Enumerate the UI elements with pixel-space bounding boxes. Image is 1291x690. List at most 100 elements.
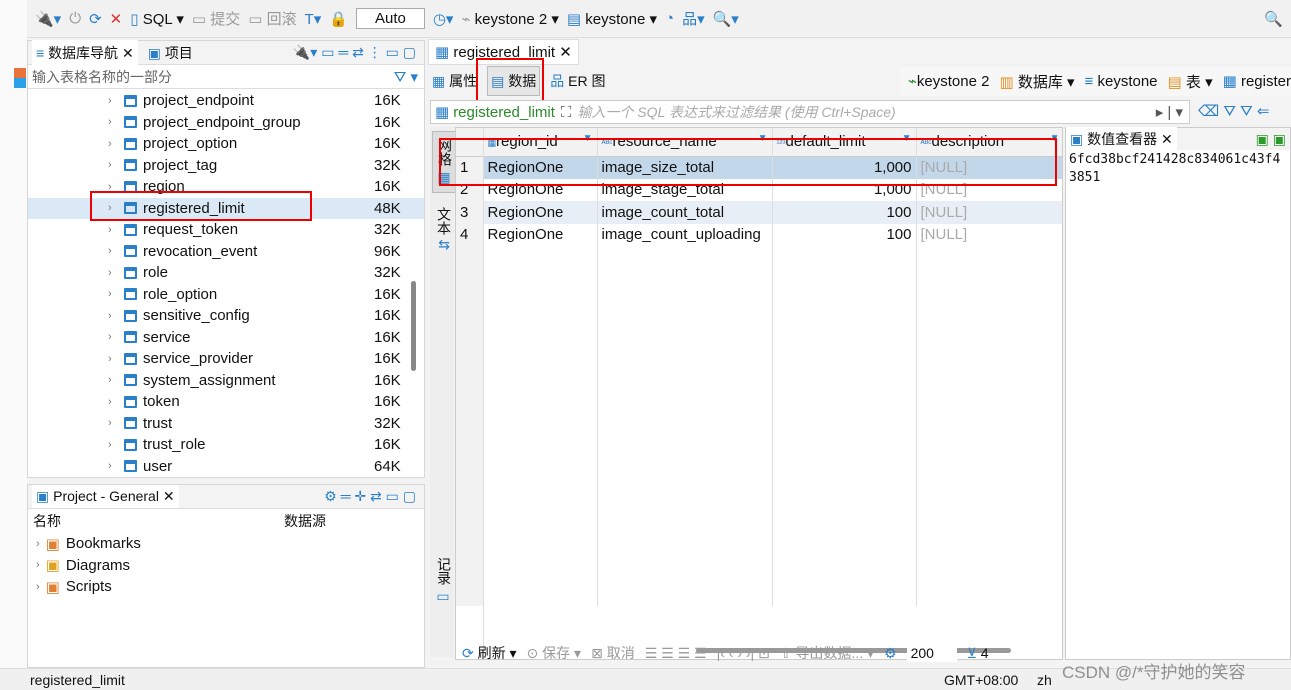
vtab-text[interactable]: 文本 ⇵ xyxy=(434,207,454,251)
project-actions[interactable]: ⚙ ═ ✛ ⇄ ▭ ▢ xyxy=(324,488,424,505)
reconnect-icon[interactable]: ⟳ xyxy=(89,10,102,28)
column-header[interactable]: ▦region_id ▼ xyxy=(483,128,598,157)
crumb-connection[interactable]: ⌁keystone 2 xyxy=(908,72,990,90)
chevron-right-icon[interactable]: › xyxy=(108,202,112,214)
tab-projects[interactable]: ▣ 项目 xyxy=(148,43,193,63)
tab-project-general[interactable]: ▣ Project - General ✕ xyxy=(32,485,179,508)
save-value-icon[interactable]: ▣ ▣ xyxy=(1256,131,1290,148)
history-icon[interactable]: ◷▾ xyxy=(433,10,454,28)
disconnect-all-icon[interactable]: ✕ xyxy=(110,10,123,28)
grid-cell[interactable]: [NULL] xyxy=(916,178,1062,201)
grid-cell[interactable]: 3 xyxy=(456,201,484,224)
chevron-right-icon[interactable]: › xyxy=(108,245,112,257)
row-edit-icons[interactable]: ☰ ☰ ☰ ☰ xyxy=(645,645,707,662)
connection-select[interactable]: ⌁ keystone 2 ▾ xyxy=(461,10,558,28)
table-row[interactable]: 4 RegionOne image_count_uploading 100 [NULL] xyxy=(456,223,1062,246)
crumb-table[interactable]: ▦ register xyxy=(1223,72,1291,90)
navigator-scrollbar[interactable] xyxy=(411,281,416,371)
settings-icon[interactable]: ⚙ xyxy=(884,645,897,662)
cancel-button[interactable]: ⊠ 取消 xyxy=(591,643,635,663)
column-header[interactable]: ¹²³default_limit ▼ xyxy=(772,128,917,157)
tab-er-diagram[interactable]: 品 ER 图 xyxy=(550,71,605,91)
table-filter[interactable]: 输入表格名称的一部分 ⛛ ▾ xyxy=(28,65,424,89)
sql-button[interactable]: ▯ SQL ▾ xyxy=(130,10,184,28)
sort-icon[interactable]: ▼ xyxy=(1050,133,1060,144)
filter-input[interactable]: 输入一个 SQL 表达式来过滤结果 (使用 Ctrl+Space) xyxy=(577,102,895,122)
chevron-right-icon[interactable]: › xyxy=(108,95,112,107)
table-item[interactable]: › role_option 16K xyxy=(28,284,424,306)
project-item[interactable]: › ▣ Scripts xyxy=(28,576,424,598)
grid-cell[interactable]: 100 xyxy=(772,201,917,224)
grid-cell[interactable]: RegionOne xyxy=(483,156,598,179)
grid-cell[interactable]: 1,000 xyxy=(772,178,917,201)
grid-cell[interactable]: image_size_total xyxy=(597,156,773,179)
grid-cell[interactable]: image_stage_total xyxy=(597,178,773,201)
schema-icon[interactable]: 品▾ xyxy=(682,8,705,29)
filter-actions[interactable]: ⌫ ⛛ ⛛ ⇐ xyxy=(1198,102,1269,120)
sort-icon[interactable]: ▼ xyxy=(902,133,912,144)
crumb-database[interactable]: ≡ keystone xyxy=(1085,73,1158,90)
filter-icon[interactable]: ⛛ ▾ xyxy=(394,68,424,86)
chevron-right-icon[interactable]: › xyxy=(108,396,112,408)
table-row[interactable]: 3 RegionOne image_count_total 100 [NULL] xyxy=(456,201,1062,224)
save-button[interactable]: ⊙ 保存 ▾ xyxy=(527,643,582,663)
grid-cell[interactable]: 2 xyxy=(456,178,484,201)
grid-cell[interactable]: image_count_uploading xyxy=(597,223,773,246)
table-item[interactable]: › request_token 32K xyxy=(28,219,424,241)
export-button[interactable]: ⇧ 导出数据... ▾ xyxy=(780,643,874,663)
table-item[interactable]: › project_endpoint 16K xyxy=(28,90,424,112)
table-filter-input[interactable]: 输入表格名称的一部分 xyxy=(32,67,172,87)
disconnect-icon[interactable]: ⏻ xyxy=(69,10,81,27)
table-item[interactable]: › revocation_event 96K xyxy=(28,241,424,263)
table-row[interactable]: 2 RegionOne image_stage_total 1,000 [NULL] xyxy=(456,178,1062,201)
grid-cell[interactable]: 1 xyxy=(456,156,484,179)
vtab-record[interactable]: 记录 ▭ xyxy=(434,557,454,605)
table-item[interactable]: › token 16K xyxy=(28,391,424,413)
rollback-button[interactable]: ▭ 回滚 xyxy=(248,8,296,29)
tab-value-viewer[interactable]: ▣ 数值查看器 ✕ xyxy=(1066,127,1177,151)
table-item[interactable]: › region 16K xyxy=(28,176,424,198)
chevron-right-icon[interactable]: › xyxy=(108,460,112,472)
global-search-icon[interactable]: 🔍 xyxy=(1264,10,1283,28)
column-header[interactable]: ᴬᴮᶜdescription ▼ xyxy=(916,128,1062,157)
database-select[interactable]: ▤ keystone ▾ xyxy=(567,10,657,28)
lock-icon[interactable]: 🔒 xyxy=(329,10,348,28)
chevron-right-icon[interactable]: › xyxy=(108,374,112,386)
table-item[interactable]: › service 16K xyxy=(28,327,424,349)
grid-cell[interactable]: RegionOne xyxy=(483,201,598,224)
refresh-button[interactable]: ⟳ 刷新 ▾ xyxy=(462,643,517,663)
grid-cell[interactable]: [NULL] xyxy=(916,201,1062,224)
grid-cell[interactable]: RegionOne xyxy=(483,178,598,201)
dashboard-icon[interactable]: ◔ xyxy=(665,10,674,27)
table-item[interactable]: › service_provider 16K xyxy=(28,348,424,370)
tab-registered-limit[interactable]: ▦ registered_limit ✕ xyxy=(428,39,579,65)
expand-icon[interactable]: ⛶ xyxy=(561,104,572,121)
chevron-right-icon[interactable]: › xyxy=(36,559,40,571)
commit-mode-select[interactable]: Auto xyxy=(355,8,425,29)
sort-icon[interactable]: ▼ xyxy=(583,133,593,144)
navigator-actions[interactable]: 🔌▾ ▭ ═ ⇄ ⋮ ▭ ▢ xyxy=(293,44,424,61)
grid-cell[interactable]: [NULL] xyxy=(916,223,1062,246)
table-item[interactable]: › system_assignment 16K xyxy=(28,370,424,392)
fetch-size-input[interactable]: 200 xyxy=(906,644,957,662)
search-dropdown-icon[interactable]: 🔍▾ xyxy=(713,10,739,28)
new-connection-icon[interactable]: 🔌▾ xyxy=(35,10,61,28)
pagination-icons[interactable]: |‹ ‹ › ›| ⊡ xyxy=(717,645,770,662)
chevron-right-icon[interactable]: › xyxy=(108,288,112,300)
chevron-right-icon[interactable]: › xyxy=(108,116,112,128)
value-text[interactable]: 6fcd38bcf241428c834061c43f43851 xyxy=(1066,150,1290,188)
crumb-tables[interactable]: ▤ 表 ▾ xyxy=(1168,71,1213,92)
grid-cell[interactable]: 4 xyxy=(456,223,484,246)
column-header[interactable]: ᴬᴮᶜresource_name ▼ xyxy=(597,128,773,157)
chevron-right-icon[interactable]: › xyxy=(108,181,112,193)
tab-database-navigator[interactable]: ≡ 数据库导航 ✕ xyxy=(32,39,138,66)
table-row[interactable]: 1 RegionOne image_size_total 1,000 [NULL] xyxy=(456,156,1062,179)
grid-cell[interactable]: 1,000 xyxy=(772,156,917,179)
chevron-right-icon[interactable]: › xyxy=(108,439,112,451)
table-item[interactable]: › project_option 16K xyxy=(28,133,424,155)
filter-history-icon[interactable]: ▸ | ▾ xyxy=(1156,103,1189,121)
table-item[interactable]: › project_tag 32K xyxy=(28,155,424,177)
table-item[interactable]: › trust_role 16K xyxy=(28,434,424,456)
result-filter[interactable]: ▦ registered_limit ⛶ 输入一个 SQL 表达式来过滤结果 (… xyxy=(430,100,1190,124)
chevron-right-icon[interactable]: › xyxy=(108,224,112,236)
